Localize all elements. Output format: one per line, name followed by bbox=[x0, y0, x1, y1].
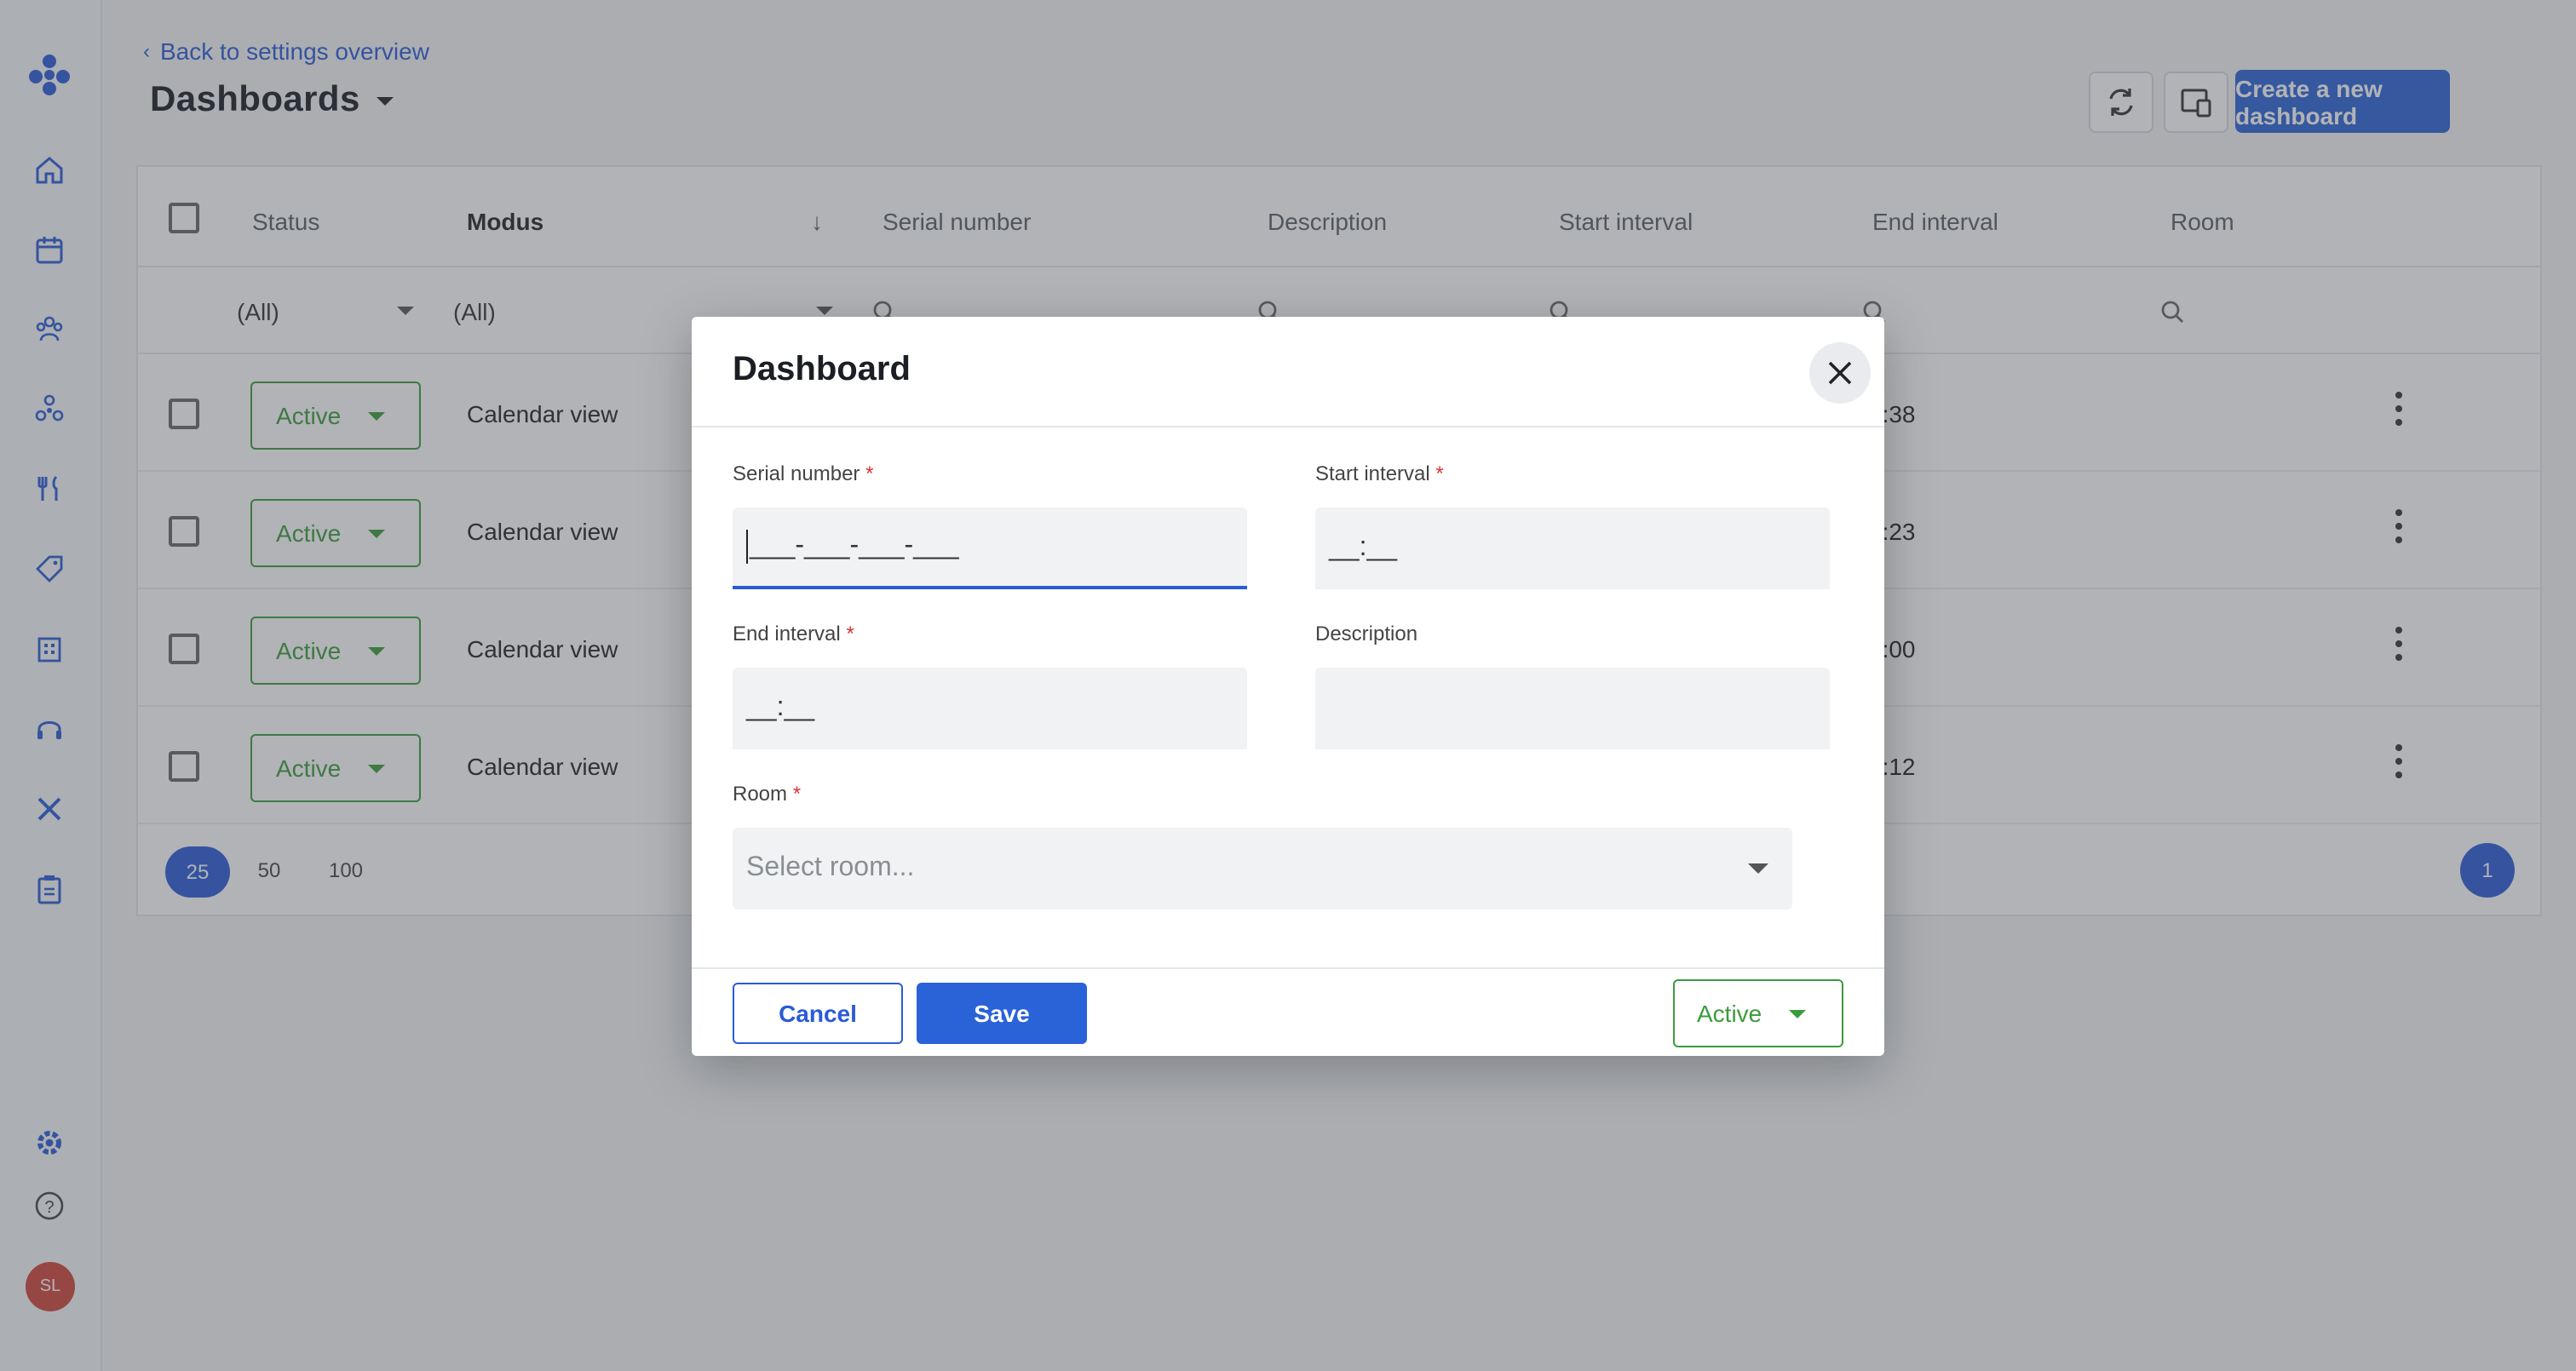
close-button[interactable] bbox=[1809, 342, 1871, 404]
caret-down-icon bbox=[1789, 1009, 1807, 1018]
serial-number-value: ___-___-___-___ bbox=[750, 531, 959, 560]
start-interval-label: Start interval * bbox=[1315, 462, 1444, 485]
dialog-title: Dashboard bbox=[733, 351, 911, 388]
close-icon bbox=[1828, 361, 1852, 385]
dialog-status-dropdown[interactable]: Active bbox=[1673, 979, 1843, 1047]
divider bbox=[692, 426, 1884, 427]
description-label: Description bbox=[1315, 622, 1418, 645]
room-select[interactable]: Select room... bbox=[733, 828, 1792, 909]
room-label: Room * bbox=[733, 782, 802, 806]
dashboard-dialog: Dashboard Serial number * ___-___-___-__… bbox=[692, 317, 1884, 1056]
end-interval-value: __:__ bbox=[746, 693, 815, 722]
room-placeholder: Select room... bbox=[746, 853, 915, 882]
save-button[interactable]: Save bbox=[917, 983, 1087, 1044]
dialog-status-label: Active bbox=[1697, 1000, 1762, 1027]
divider bbox=[692, 967, 1884, 969]
end-interval-input[interactable]: __:__ bbox=[733, 668, 1247, 749]
start-interval-input[interactable]: __:__ bbox=[1315, 508, 1830, 589]
cancel-button[interactable]: Cancel bbox=[733, 983, 903, 1044]
serial-number-label: Serial number * bbox=[733, 462, 874, 485]
caret-down-icon bbox=[1748, 863, 1768, 874]
description-input[interactable] bbox=[1315, 668, 1830, 749]
start-interval-value: __:__ bbox=[1329, 533, 1398, 562]
serial-number-input[interactable]: ___-___-___-___ bbox=[733, 508, 1247, 589]
end-interval-label: End interval * bbox=[733, 622, 854, 645]
